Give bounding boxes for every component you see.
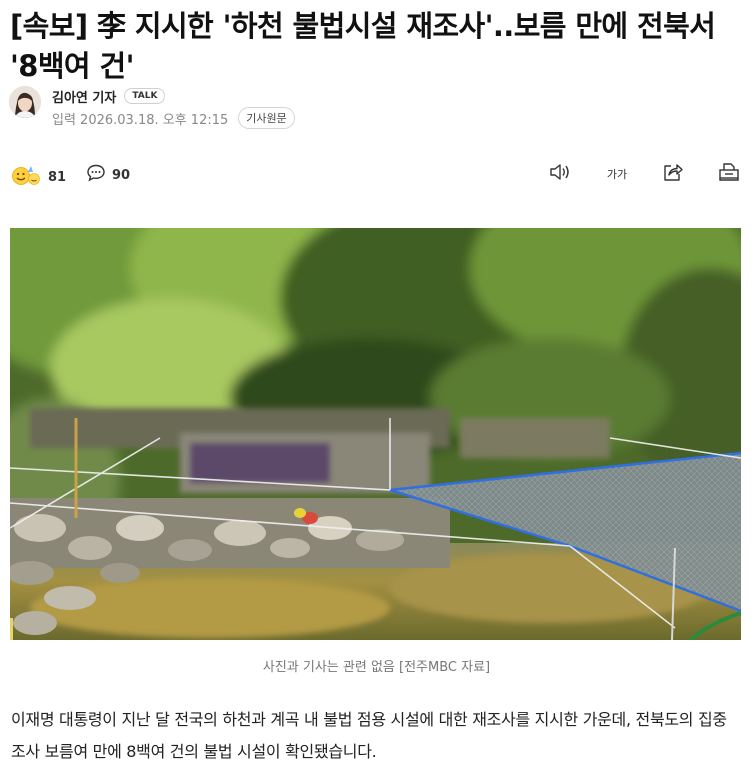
share-button[interactable] — [659, 160, 687, 188]
font-size-button[interactable]: 가가 — [603, 160, 631, 188]
reaction-button[interactable]: 81 — [10, 163, 66, 191]
original-article-button[interactable]: 기사원문 — [238, 107, 295, 129]
print-button[interactable] — [715, 160, 743, 188]
author-avatar[interactable] — [9, 86, 41, 118]
byline: 김아연 기자 TALK 입력 2026.03.18. 오후 12:15 기사원문 — [9, 86, 609, 129]
font-size-icon: 가가 — [606, 168, 628, 181]
author-row: 김아연 기자 TALK — [52, 86, 166, 106]
share-icon — [662, 161, 684, 187]
article-photo[interactable] — [10, 228, 741, 640]
publish-date: 입력 2026.03.18. 오후 12:15 — [52, 112, 229, 128]
comment-count: 90 — [112, 167, 131, 183]
reaction-count: 81 — [48, 169, 67, 185]
article-toolbar: 81 90 가가 — [10, 160, 743, 188]
article-headline: [속보] 李 지시한 '하천 불법시설 재조사'..보름 만에 전북서 '8백여… — [10, 9, 716, 83]
tts-button[interactable] — [547, 160, 575, 188]
speaker-icon — [549, 161, 573, 187]
author-name[interactable]: 김아연 기자 — [52, 87, 116, 106]
print-icon — [718, 161, 740, 187]
article-body: 이재명 대통령이 지난 달 전국의 하천과 계곡 내 불법 점용 시설에 대한 … — [11, 710, 727, 761]
photo-caption: 사진과 기사는 관련 없음 [전주MBC 자료] — [262, 660, 491, 675]
meta-row: 입력 2026.03.18. 오후 12:15 기사원문 — [52, 107, 295, 129]
speech-bubble-icon — [86, 163, 106, 187]
tool-buttons: 가가 — [519, 160, 743, 188]
comment-button[interactable]: 90 — [86, 163, 130, 187]
talk-badge[interactable]: TALK — [124, 88, 166, 104]
emoji-reaction-icon — [10, 163, 42, 191]
